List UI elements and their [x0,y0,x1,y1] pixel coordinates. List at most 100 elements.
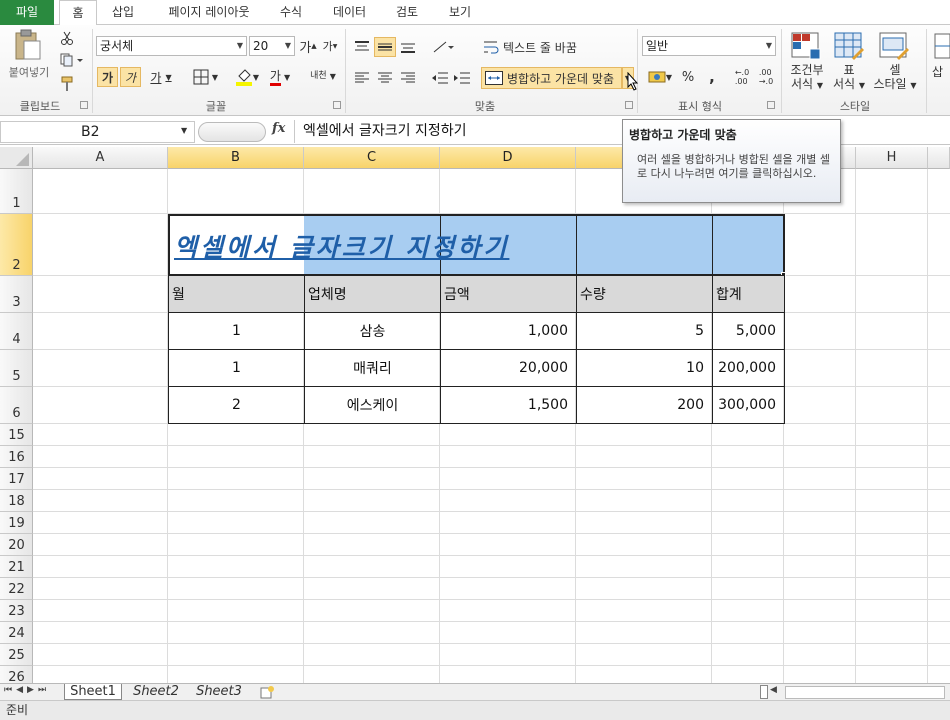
tab-view[interactable]: 보기 [440,0,480,25]
table-cell-month[interactable]: 1 [168,349,305,387]
header-cell-amount[interactable]: 금액 [440,275,577,313]
percent-button[interactable]: % [678,67,698,87]
row-header[interactable]: 1 [0,169,33,214]
increase-indent-icon[interactable] [452,68,472,88]
row-header[interactable]: 16 [0,446,33,468]
font-size-select[interactable]: 20 ▼ [249,36,295,56]
table-cell-amount[interactable]: 20,000 [440,349,577,387]
tab-page-layout[interactable]: 페이지 레이아웃 [155,0,263,25]
row-header[interactable]: 24 [0,622,33,644]
comma-style-button[interactable]: , [702,67,722,87]
paste-button[interactable]: 붙여넣기 [3,64,55,80]
align-bottom-icon[interactable] [398,37,418,57]
clipboard-launcher-icon[interactable] [80,101,88,109]
table-cell-month[interactable]: 2 [168,386,305,424]
row-header[interactable]: 6 [0,387,33,424]
column-header-b[interactable]: B [168,147,304,169]
header-cell-company[interactable]: 업체명 [304,275,441,313]
horizontal-scrollbar[interactable] [785,686,945,699]
row-header[interactable]: 21 [0,556,33,578]
table-cell-amount[interactable]: 1,500 [440,386,577,424]
row-header[interactable]: 4 [0,313,33,350]
align-left-icon[interactable] [352,68,372,88]
row-header[interactable]: 15 [0,424,33,446]
table-cell-month[interactable]: 1 [168,312,305,350]
table-cell-quantity[interactable]: 10 [576,349,713,387]
insert-cells-button[interactable]: 삽 [932,63,950,79]
row-header[interactable]: 18 [0,490,33,512]
table-cell-company[interactable]: 삼송 [304,312,441,350]
conditional-formatting-icon[interactable] [788,30,824,62]
table-cell-company[interactable]: 에스케이 [304,386,441,424]
formula-bar-splitter[interactable] [198,122,266,142]
wrap-text-button[interactable]: 텍스트 줄 바꿈 [483,37,593,57]
align-center-icon[interactable] [374,68,396,88]
sheet-tab-2[interactable]: Sheet2 [127,684,185,701]
tab-file[interactable]: 파일 [0,0,54,25]
number-format-select[interactable]: 일반 ▼ [642,36,776,56]
align-right-icon[interactable] [398,68,418,88]
sheet-tab-3[interactable]: Sheet3 [190,684,248,701]
row-header[interactable]: 23 [0,600,33,622]
name-box[interactable]: B2 [0,121,195,143]
tab-insert[interactable]: 삽입 [103,0,143,25]
table-cell-amount[interactable]: 1,000 [440,312,577,350]
insert-function-icon[interactable]: fx [272,121,285,136]
underline-button[interactable]: 가 ▼ [145,67,177,87]
conditional-formatting-button[interactable]: 조건부 서식 ▼ [786,63,828,93]
scroll-left-icon[interactable]: ◀ [770,685,777,695]
table-cell-total[interactable]: 200,000 [712,349,785,387]
header-cell-month[interactable]: 월 [168,275,305,313]
worksheet-grid[interactable]: A B C D E F G H 1 2 3 4 5 6 15 16 17 18 … [0,147,950,683]
orientation-icon[interactable] [428,37,458,57]
row-header[interactable]: 3 [0,276,33,313]
column-header-c[interactable]: C [304,147,440,169]
sheet-navigation-arrows-icon[interactable]: ⏮◀▶⏭ [4,685,50,695]
currency-format-button[interactable]: ▼ [645,67,675,87]
paste-icon[interactable] [8,28,48,62]
tab-home[interactable]: 홈 [59,0,97,26]
table-cell-company[interactable]: 매쿼리 [304,349,441,387]
bold-button[interactable]: 가 [97,67,118,87]
borders-button[interactable]: ▼ [188,67,223,87]
format-painter-icon[interactable] [58,76,76,92]
column-header-a[interactable]: A [33,147,168,169]
row-header[interactable]: 26 [0,666,33,683]
grow-font-button[interactable]: 가 ▲ [299,37,317,56]
header-cell-total[interactable]: 합계 [712,275,785,313]
name-box-dropdown-icon[interactable]: ▼ [181,126,187,135]
row-header[interactable]: 22 [0,578,33,600]
tab-data[interactable]: 데이터 [322,0,377,25]
header-cell-quantity[interactable]: 수량 [576,275,713,313]
phonetic-button[interactable]: 내천 ▼ [306,65,340,87]
format-as-table-button[interactable]: 표 서식 ▼ [829,63,869,93]
number-launcher-icon[interactable] [767,101,775,109]
format-as-table-icon[interactable] [831,30,867,62]
table-cell-total[interactable]: 300,000 [712,386,785,424]
merge-center-button[interactable]: 병합하고 가운데 맞춤 [481,67,622,89]
copy-icon[interactable] [58,52,84,68]
align-middle-icon[interactable] [374,37,396,57]
table-cell-quantity[interactable]: 5 [576,312,713,350]
select-all-corner[interactable] [0,147,33,169]
table-cell-total[interactable]: 5,000 [712,312,785,350]
decrease-indent-icon[interactable] [430,68,450,88]
align-top-icon[interactable] [352,37,372,57]
increase-decimal-icon[interactable]: ←.0.00 [731,67,753,87]
insert-sheet-icon[interactable] [256,684,278,701]
row-header[interactable]: 25 [0,644,33,666]
tab-formulas[interactable]: 수식 [270,0,312,25]
font-color-button[interactable]: 가 ▼ [265,67,295,87]
column-header-i[interactable] [928,147,950,169]
row-header[interactable]: 19 [0,512,33,534]
row-header[interactable]: 2 [0,214,33,276]
row-header[interactable]: 20 [0,534,33,556]
table-cell-quantity[interactable]: 200 [576,386,713,424]
cut-icon[interactable] [58,30,76,46]
font-launcher-icon[interactable] [333,101,341,109]
row-header[interactable]: 5 [0,350,33,387]
fill-color-button[interactable]: ▼ [232,67,262,87]
sheet-tab-1[interactable]: Sheet1 [64,684,122,701]
decrease-decimal-icon[interactable]: .00 →.0 [755,67,777,87]
alignment-launcher-icon[interactable] [625,101,633,109]
